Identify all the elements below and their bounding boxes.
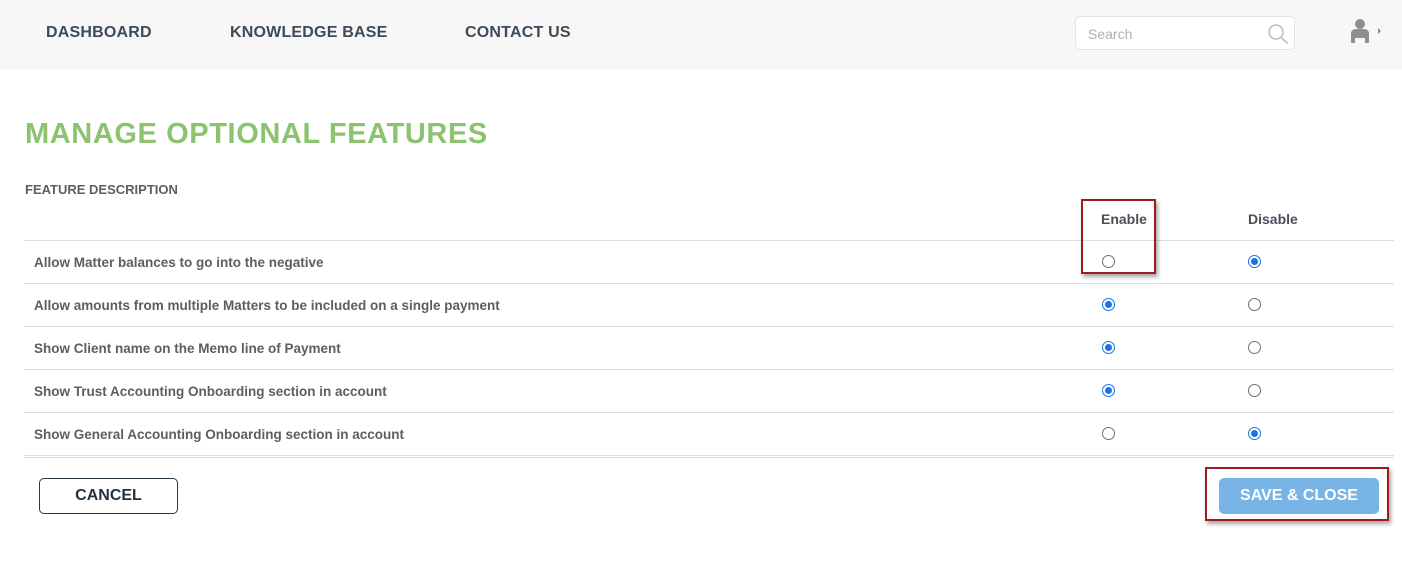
caret-right-icon	[1378, 28, 1381, 34]
column-header-enable: Enable	[1101, 211, 1147, 227]
enable-radio[interactable]	[1102, 341, 1115, 354]
page-title: MANAGE OPTIONAL FEATURES	[25, 118, 488, 150]
enable-radio[interactable]	[1102, 384, 1115, 397]
disable-radio[interactable]	[1248, 341, 1261, 354]
user-menu[interactable]	[1346, 16, 1386, 46]
feature-row: Show Client name on the Memo line of Pay…	[24, 326, 1394, 369]
table-bottom-border	[24, 455, 1394, 458]
enable-radio[interactable]	[1102, 298, 1115, 311]
disable-radio[interactable]	[1248, 255, 1261, 268]
nav-contact-us[interactable]: CONTACT US	[465, 24, 571, 42]
feature-label: Allow Matter balances to go into the neg…	[34, 255, 324, 270]
disable-radio[interactable]	[1248, 384, 1261, 397]
top-nav-bar: DASHBOARD KNOWLEDGE BASE CONTACT US	[0, 0, 1402, 69]
feature-label: Allow amounts from multiple Matters to b…	[34, 298, 500, 313]
feature-description-label: FEATURE DESCRIPTION	[25, 182, 178, 197]
feature-row: Show General Accounting Onboarding secti…	[24, 412, 1394, 455]
feature-row: Show Trust Accounting Onboarding section…	[24, 369, 1394, 412]
column-header-disable: Disable	[1248, 211, 1298, 227]
disable-radio[interactable]	[1248, 427, 1261, 440]
feature-label: Show General Accounting Onboarding secti…	[34, 427, 405, 442]
feature-label: Show Trust Accounting Onboarding section…	[34, 384, 387, 399]
save-and-close-button[interactable]: SAVE & CLOSE	[1219, 478, 1379, 514]
search-box	[1075, 16, 1295, 50]
features-table: Allow Matter balances to go into the neg…	[24, 240, 1394, 455]
enable-radio[interactable]	[1102, 427, 1115, 440]
user-icon	[1351, 19, 1381, 43]
nav-knowledge-base[interactable]: KNOWLEDGE BASE	[230, 24, 387, 42]
feature-label: Show Client name on the Memo line of Pay…	[34, 341, 341, 356]
cancel-button[interactable]: CANCEL	[39, 478, 178, 514]
nav-dashboard[interactable]: DASHBOARD	[46, 24, 152, 42]
enable-radio[interactable]	[1102, 255, 1115, 268]
feature-row: Allow Matter balances to go into the neg…	[24, 240, 1394, 283]
disable-radio[interactable]	[1248, 298, 1261, 311]
search-icon[interactable]	[1267, 23, 1289, 45]
feature-row: Allow amounts from multiple Matters to b…	[24, 283, 1394, 326]
search-input[interactable]	[1088, 24, 1258, 44]
